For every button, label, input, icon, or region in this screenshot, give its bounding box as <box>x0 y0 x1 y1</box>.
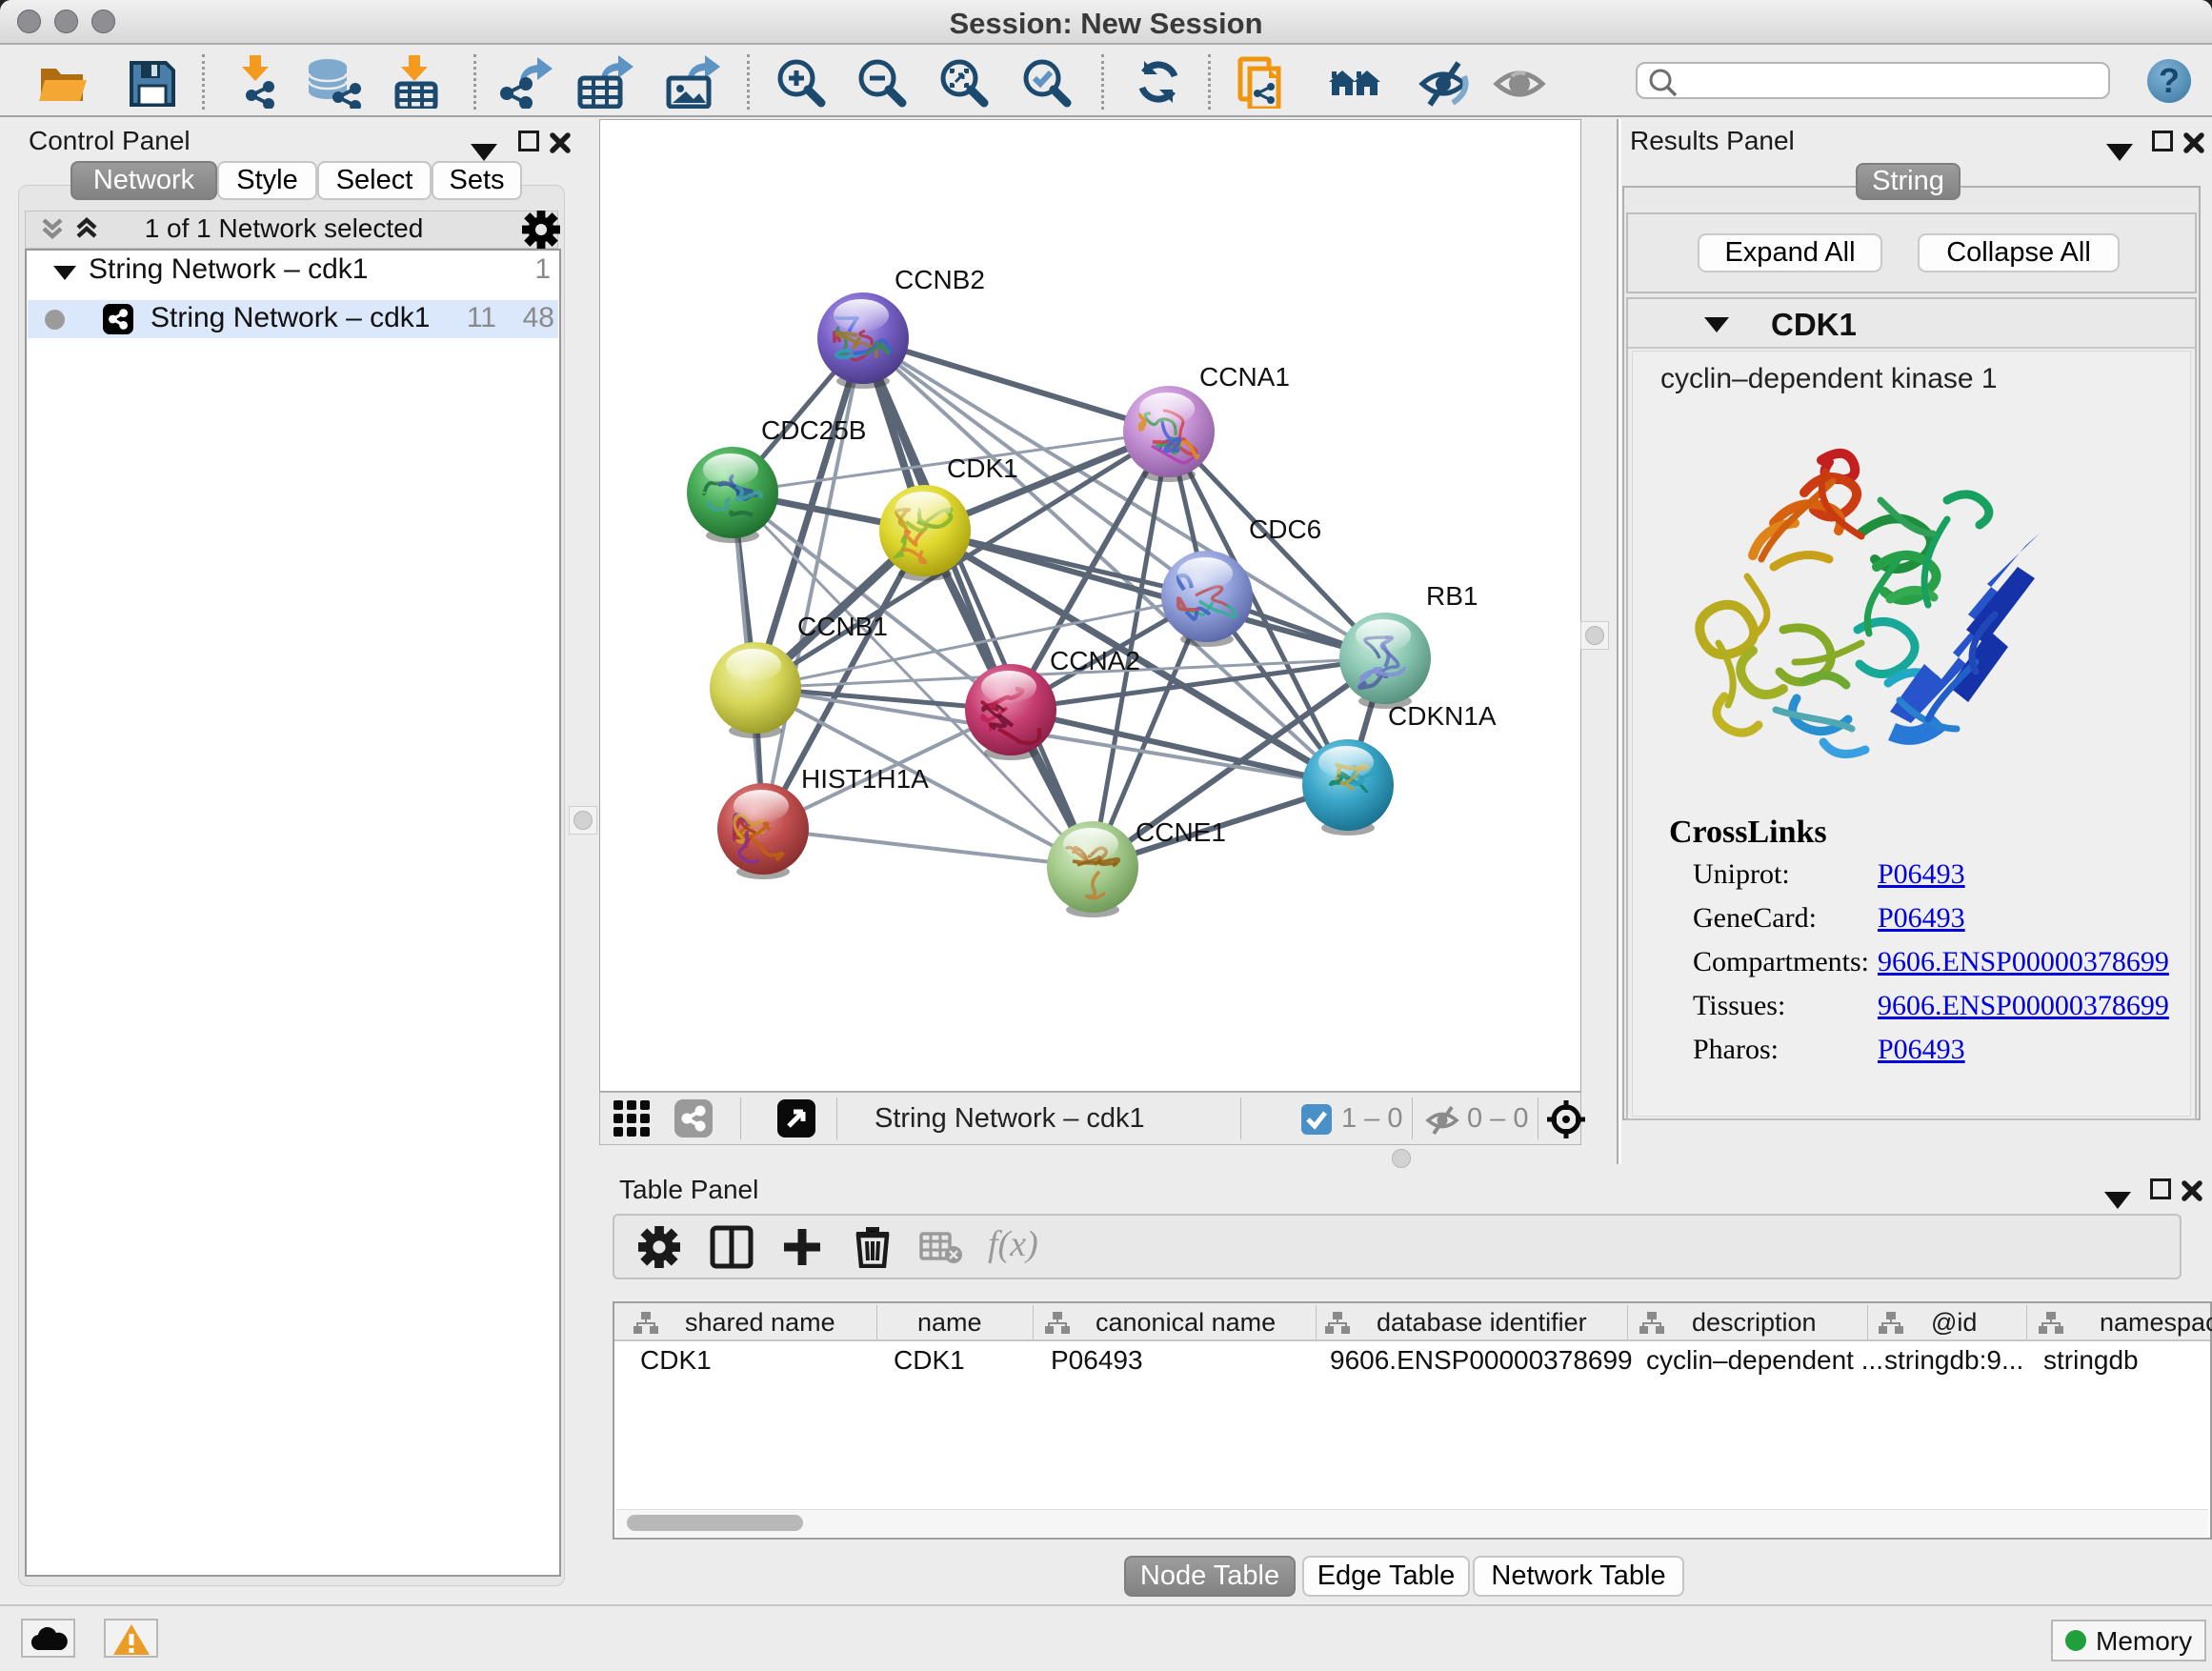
svg-text:CCNB2: CCNB2 <box>895 265 985 294</box>
svg-text:CDC25B: CDC25B <box>761 415 866 445</box>
svg-text:CDK1: CDK1 <box>947 453 1018 483</box>
svg-text:HIST1H1A: HIST1H1A <box>801 764 929 794</box>
svg-text:CCNE1: CCNE1 <box>1136 817 1226 847</box>
svg-text:CDC6: CDC6 <box>1249 514 1321 544</box>
svg-text:CCNA2: CCNA2 <box>1050 646 1140 675</box>
svg-text:RB1: RB1 <box>1426 581 1478 611</box>
svg-text:CCNA1: CCNA1 <box>1199 362 1290 392</box>
svg-text:CCNB1: CCNB1 <box>797 612 888 641</box>
svg-text:CDKN1A: CDKN1A <box>1388 701 1497 731</box>
